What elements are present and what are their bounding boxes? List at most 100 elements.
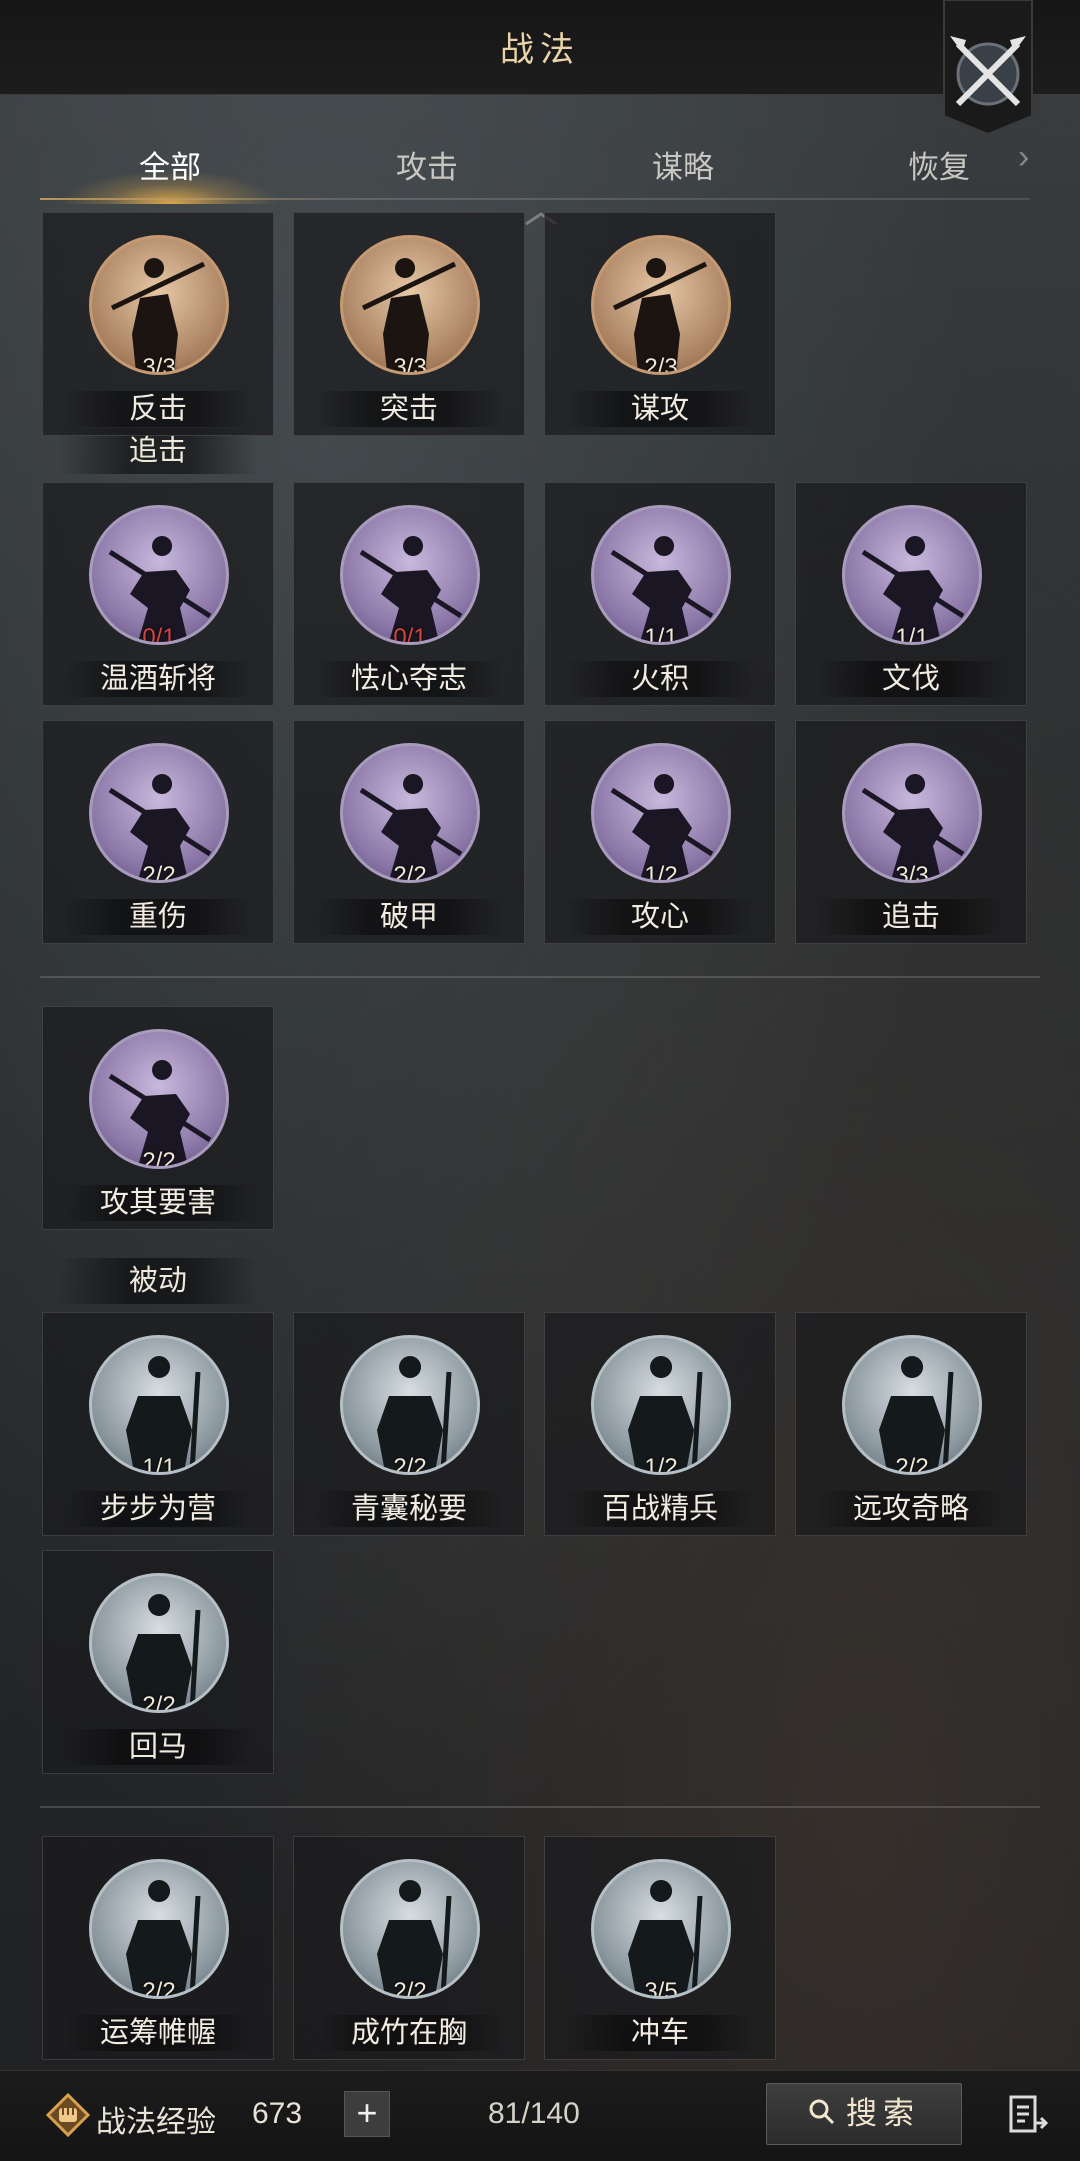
tactic-card[interactable]: 2/2 远攻奇略 xyxy=(795,1312,1027,1536)
tactic-count: 2/3 xyxy=(644,354,678,375)
tactic-card[interactable]: 0/1 怯心夺志 xyxy=(293,482,525,706)
tactic-card[interactable]: 1/2 攻心 xyxy=(544,720,776,944)
xp-fist-icon xyxy=(45,2092,91,2138)
tactic-portrait: 2/2 xyxy=(89,1029,229,1169)
tactic-count: 0/1 xyxy=(142,624,176,645)
page-title: 战法 xyxy=(500,31,580,69)
tactic-portrait: 2/2 xyxy=(89,1573,229,1713)
tactic-count: 1/2 xyxy=(644,1454,678,1475)
tactic-card[interactable]: 1/2 百战精兵 xyxy=(544,1312,776,1536)
tactic-card[interactable]: 2/2 攻其要害 xyxy=(42,1006,274,1230)
chevron-right-icon[interactable]: › xyxy=(1018,138,1029,177)
search-label: 搜索 xyxy=(846,2096,920,2131)
tactic-count: 2/2 xyxy=(393,862,427,883)
tactic-card[interactable]: 2/2 回马 xyxy=(42,1550,274,1774)
tactic-xp-value: 673 xyxy=(252,2097,303,2130)
tactic-name: 谋攻 xyxy=(565,391,755,427)
tactic-count: 2/2 xyxy=(142,1978,176,1999)
tactic-card[interactable]: 1/1 步步为营 xyxy=(42,1312,274,1536)
tactic-name: 冲车 xyxy=(565,2015,755,2051)
tactic-portrait: 1/1 xyxy=(89,1335,229,1475)
tactic-count: 2/2 xyxy=(142,1148,176,1169)
tactic-name: 温酒斩将 xyxy=(63,661,253,697)
crossed-swords-icon[interactable] xyxy=(936,0,1040,136)
tactic-name: 攻心 xyxy=(565,899,755,935)
tactic-card[interactable]: 1/1 文伐 xyxy=(795,482,1027,706)
tactic-portrait: 0/1 xyxy=(89,505,229,645)
tab-attack[interactable]: 攻击 xyxy=(396,142,458,187)
tactic-count: 2/2 xyxy=(393,1454,427,1475)
tactic-name: 攻其要害 xyxy=(63,1185,253,1221)
tactic-card[interactable]: 2/2 青囊秘要 xyxy=(293,1312,525,1536)
top-bar: 战法 xyxy=(0,0,1080,95)
tactic-card[interactable]: 2/2 成竹在胸 xyxy=(293,1836,525,2060)
tactic-count: 1/2 xyxy=(644,862,678,883)
tactic-name: 反击 xyxy=(63,391,253,427)
tactic-portrait: 1/1 xyxy=(842,505,982,645)
tactic-name: 文伐 xyxy=(816,661,1006,697)
tactic-card[interactable]: 2/3 谋攻 xyxy=(544,212,776,436)
tactic-name: 步步为营 xyxy=(63,1491,253,1527)
tactic-portrait: 2/2 xyxy=(340,1335,480,1475)
tactic-card[interactable]: 2/2 运筹帷幄 xyxy=(42,1836,274,2060)
tactic-name: 回马 xyxy=(63,1729,253,1765)
tactic-card[interactable]: 0/1 温酒斩将 xyxy=(42,482,274,706)
tactic-name: 青囊秘要 xyxy=(314,1491,504,1527)
tab-recovery[interactable]: 恢复 xyxy=(908,142,970,187)
tactic-portrait: 1/1 xyxy=(591,505,731,645)
tactic-count: 3/5 xyxy=(644,1978,678,1999)
tactic-count: 2/2 xyxy=(142,1692,176,1713)
tactic-portrait: 2/2 xyxy=(89,743,229,883)
exit-icon[interactable] xyxy=(1008,2093,1050,2135)
tactic-card[interactable]: 3/3 反击 xyxy=(42,212,274,436)
tactic-portrait: 2/2 xyxy=(340,743,480,883)
tactic-name: 火积 xyxy=(565,661,755,697)
tactic-name: 怯心夺志 xyxy=(314,661,504,697)
tab-underline xyxy=(40,198,1030,200)
tactic-count: 1/1 xyxy=(142,1454,176,1475)
tactic-card[interactable]: 3/3 追击 xyxy=(795,720,1027,944)
tactic-card[interactable]: 2/2 重伤 xyxy=(42,720,274,944)
section-label-passive: 被动 xyxy=(58,1258,258,1304)
tactic-count: 3/3 xyxy=(895,862,929,883)
divider xyxy=(40,1806,1040,1808)
tactic-count: 3/3 xyxy=(393,354,427,375)
search-button[interactable]: 搜索 xyxy=(766,2083,962,2145)
tactic-count: 3/3 xyxy=(142,354,176,375)
tactic-count: 2/2 xyxy=(393,1978,427,1999)
tactic-name: 突击 xyxy=(314,391,504,427)
tab-strategy[interactable]: 谋略 xyxy=(652,142,714,187)
tactic-name: 重伤 xyxy=(63,899,253,935)
tactic-count: 2/2 xyxy=(895,1454,929,1475)
tactic-card[interactable]: 3/5 冲车 xyxy=(544,1836,776,2060)
tactic-capacity: 81/140 xyxy=(488,2097,580,2130)
tactic-name: 破甲 xyxy=(314,899,504,935)
bottom-bar: 战法经验 673 + 81/140 搜索 xyxy=(0,2070,1080,2161)
divider xyxy=(40,976,1040,978)
tactic-name: 运筹帷幄 xyxy=(63,2015,253,2051)
tactic-card[interactable]: 1/1 火积 xyxy=(544,482,776,706)
tactic-portrait: 2/2 xyxy=(842,1335,982,1475)
tactic-name: 成竹在胸 xyxy=(314,2015,504,2051)
tactic-portrait: 1/2 xyxy=(591,1335,731,1475)
tactic-count: 1/1 xyxy=(895,624,929,645)
tactic-portrait: 2/2 xyxy=(89,1859,229,1999)
tactic-name: 追击 xyxy=(816,899,1006,935)
tactic-portrait: 3/3 xyxy=(89,235,229,375)
tactic-count: 2/2 xyxy=(142,862,176,883)
tactic-portrait: 3/5 xyxy=(591,1859,731,1999)
tactic-name: 远攻奇略 xyxy=(816,1491,1006,1527)
tactic-card[interactable]: 2/2 破甲 xyxy=(293,720,525,944)
tab-all[interactable]: 全部 xyxy=(139,142,201,187)
tactic-xp-label: 战法经验 xyxy=(96,2106,216,2139)
tactic-count: 0/1 xyxy=(393,624,427,645)
tactic-portrait: 2/2 xyxy=(340,1859,480,1999)
tactic-count: 1/1 xyxy=(644,624,678,645)
tactic-portrait: 3/3 xyxy=(340,235,480,375)
tactic-card[interactable]: 3/3 突击 xyxy=(293,212,525,436)
tactic-portrait: 1/2 xyxy=(591,743,731,883)
tactic-name: 百战精兵 xyxy=(565,1491,755,1527)
tactic-portrait: 3/3 xyxy=(842,743,982,883)
tactic-portrait: 2/3 xyxy=(591,235,731,375)
add-xp-button[interactable]: + xyxy=(344,2091,390,2137)
